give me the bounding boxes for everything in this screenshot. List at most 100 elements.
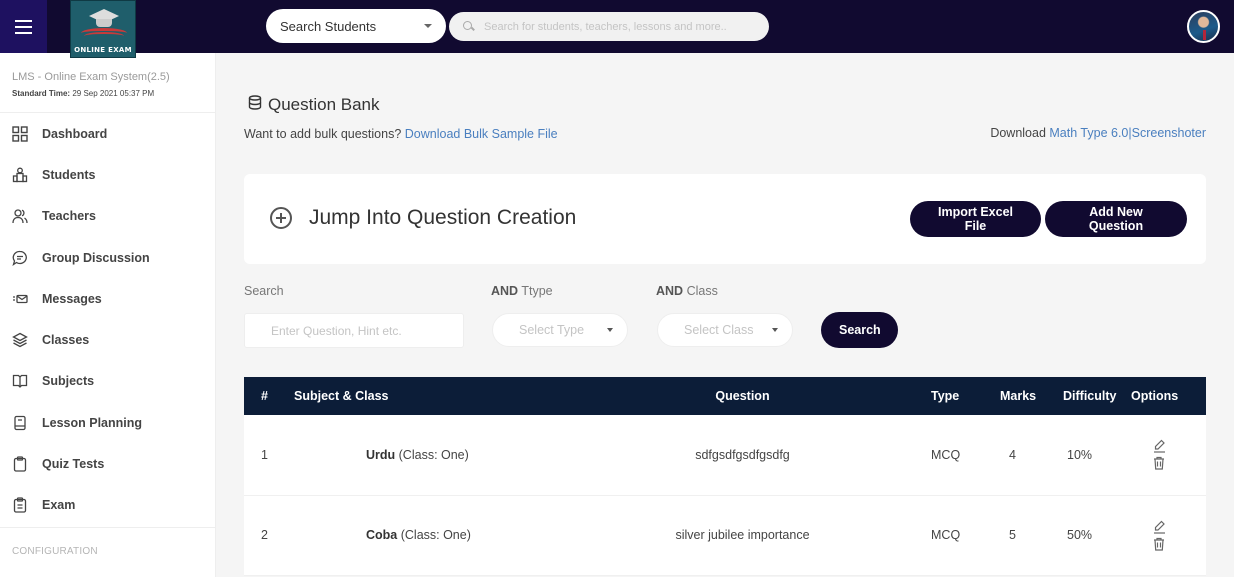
row-subject-class: Coba (Class: One)	[294, 495, 554, 575]
caret-down-icon	[607, 328, 613, 332]
row-subject: Urdu	[366, 447, 396, 462]
sidebar: LMS - Online Exam System(2.5) Standard T…	[0, 53, 216, 577]
jump-into-question-creation[interactable]: Jump Into Question Creation	[270, 206, 576, 230]
search-label: Search	[244, 284, 284, 298]
sidebar-item-label: Classes	[42, 333, 90, 348]
graduation-cap-base	[96, 19, 112, 27]
filters: Search AND Ttype Select Type AND Class S…	[244, 284, 944, 354]
sidebar-item-group-discussion[interactable]: Group Discussion	[0, 237, 215, 278]
sidebar-item-exam[interactable]: Exam	[0, 485, 215, 526]
sidebar-item-label: Dashboard	[42, 126, 108, 141]
sidebar-item-quiz-tests[interactable]: Quiz Tests	[0, 443, 215, 484]
question-search-input[interactable]	[244, 313, 464, 348]
col-subject-class[interactable]: Subject & Class	[294, 377, 554, 415]
col-difficulty[interactable]: Difficulty	[1051, 377, 1131, 415]
page-title-text: Question Bank	[268, 95, 380, 114]
col-type[interactable]: Type	[931, 377, 991, 415]
global-search[interactable]	[449, 12, 769, 41]
add-new-question-button[interactable]: Add New Question	[1045, 201, 1187, 237]
caret-down-icon	[424, 24, 432, 28]
col-number[interactable]: #	[244, 377, 294, 415]
sidebar-item-label: Subjects	[42, 374, 95, 389]
row-options	[1131, 495, 1206, 575]
table-header-row: # Subject & Class Question Type Marks Di…	[244, 377, 1206, 415]
edit-pencil-icon[interactable]	[1153, 520, 1166, 534]
col-options: Options	[1131, 389, 1179, 403]
chat-bubble-icon	[11, 249, 28, 266]
clipboard-list-icon	[11, 497, 28, 514]
sidebar-item-label: Lesson Planning	[42, 415, 143, 430]
sidebar-item-messages[interactable]: Messages	[0, 278, 215, 319]
user-avatar[interactable]	[1187, 10, 1220, 43]
row-question: silver jubilee importance	[675, 528, 810, 542]
sidebar-item-label: Students	[42, 167, 96, 182]
logo[interactable]: ONLINE EXAM	[70, 0, 136, 58]
students-icon	[11, 166, 28, 183]
teachers-icon	[11, 208, 28, 225]
sidebar-item-classes[interactable]: Classes	[0, 319, 215, 360]
menu-toggle-button[interactable]	[0, 0, 47, 53]
standard-time: Standard Time: 29 Sep 2021 05:37 PM	[12, 89, 203, 98]
sidebar-nav: Dashboard Students Teachers Group Discus…	[0, 113, 215, 526]
sidebar-section-configuration: CONFIGURATION	[12, 545, 98, 557]
sidebar-item-label: Group Discussion	[42, 250, 150, 265]
envelope-icon	[11, 290, 28, 307]
row-number: 1	[261, 447, 268, 462]
hamburger-icon	[15, 18, 32, 36]
jump-title-text: Jump Into Question Creation	[309, 206, 577, 229]
row-marks: 5	[1009, 528, 1016, 542]
edit-pencil-icon[interactable]	[1153, 439, 1166, 453]
book-icon-inner	[84, 32, 124, 40]
sidebar-header: LMS - Online Exam System(2.5) Standard T…	[0, 53, 215, 113]
table-row: 2 Coba (Class: One) silver jubilee impor…	[244, 495, 1206, 575]
math-type-link[interactable]: Math Type 6.0	[1049, 126, 1128, 140]
col-marks[interactable]: Marks	[991, 377, 1051, 415]
time-value: 29 Sep 2021 05:37 PM	[72, 89, 155, 98]
type-select[interactable]: Select Type	[492, 313, 628, 347]
layers-icon	[11, 332, 28, 349]
col-question[interactable]: Question	[554, 377, 931, 415]
search-icon	[463, 21, 474, 32]
logo-text: ONLINE EXAM	[74, 46, 132, 54]
row-difficulty: 10%	[1067, 447, 1093, 462]
search-scope-value: Search Students	[280, 18, 377, 34]
sidebar-item-students[interactable]: Students	[0, 154, 215, 195]
page-title: Question Bank	[248, 95, 380, 115]
search-scope-select[interactable]: Search Students	[266, 9, 446, 43]
database-icon	[248, 95, 262, 115]
type-label-text: Ttype	[518, 284, 553, 298]
row-subject-class: Urdu (Class: One)	[294, 415, 554, 495]
sidebar-item-label: Quiz Tests	[42, 457, 105, 472]
row-class: (Class: One)	[397, 528, 471, 542]
clipboard-icon	[11, 456, 28, 473]
class-label-text: Class	[683, 284, 718, 298]
import-excel-button[interactable]: Import Excel File	[910, 201, 1041, 237]
row-question: sdfgsdfgsdfgsdfg	[695, 447, 790, 462]
delete-trash-icon[interactable]	[1153, 456, 1165, 470]
time-label: Standard Time:	[12, 89, 71, 98]
row-number: 2	[261, 528, 268, 542]
row-subject: Coba	[366, 528, 398, 542]
row-marks: 4	[1009, 447, 1016, 462]
class-select-placeholder: Select Class	[684, 323, 754, 337]
sidebar-item-dashboard[interactable]: Dashboard	[0, 113, 215, 154]
bulk-upload-hint: Want to add bulk questions? Download Bul…	[244, 127, 558, 141]
type-label-and: AND	[491, 284, 519, 298]
delete-trash-icon[interactable]	[1153, 537, 1165, 551]
bulk-prompt: Want to add bulk questions?	[244, 127, 402, 141]
global-search-input[interactable]	[484, 20, 754, 33]
row-difficulty: 50%	[1067, 528, 1093, 542]
question-creation-card: Jump Into Question Creation Import Excel…	[244, 174, 1206, 264]
screenshoter-link[interactable]: |Screenshoter	[1128, 126, 1206, 140]
class-select[interactable]: Select Class	[657, 313, 793, 347]
sidebar-item-lesson-planning[interactable]: Lesson Planning	[0, 402, 215, 443]
download-bulk-sample-link[interactable]: Download Bulk Sample File	[405, 127, 558, 141]
sidebar-item-label: Exam	[42, 498, 76, 513]
search-button[interactable]: Search	[821, 312, 898, 348]
sidebar-item-label: Teachers	[42, 209, 96, 224]
sidebar-item-teachers[interactable]: Teachers	[0, 196, 215, 237]
type-filter-label: AND Ttype	[491, 284, 553, 298]
caret-down-icon	[772, 328, 778, 332]
sidebar-item-subjects[interactable]: Subjects	[0, 361, 215, 402]
notebook-icon	[11, 414, 28, 431]
